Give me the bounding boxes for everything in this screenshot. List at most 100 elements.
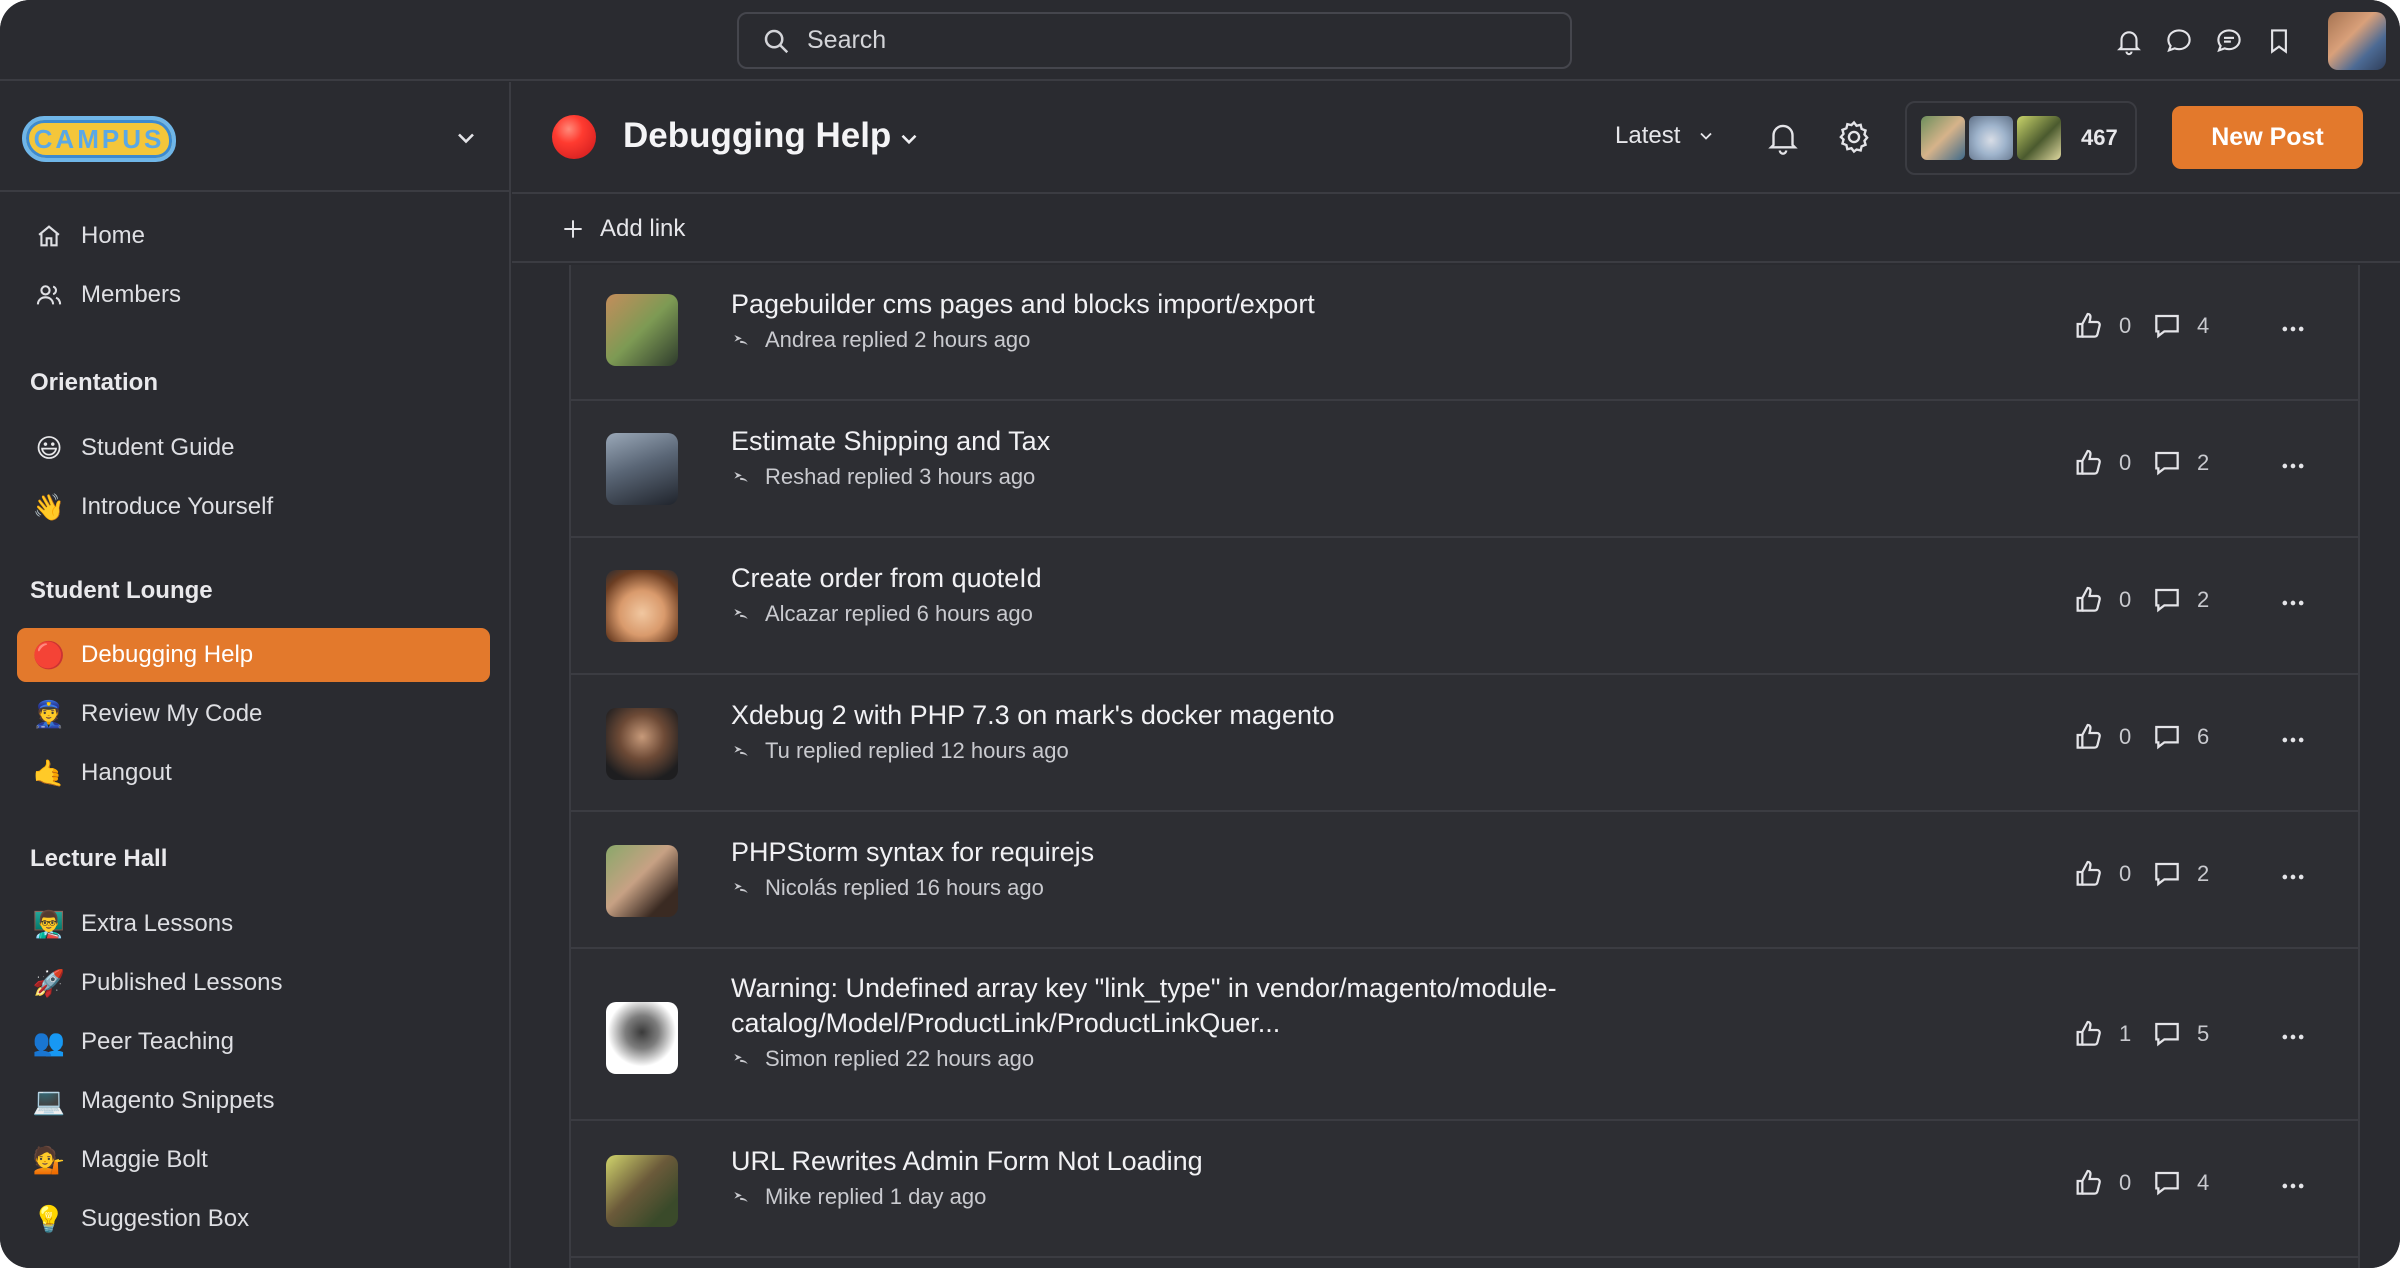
- comment-count: 4: [2197, 1170, 2210, 1195]
- notifications-bell-icon[interactable]: [2104, 16, 2154, 66]
- author-avatar[interactable]: [606, 570, 678, 642]
- sidebar-item-extra-lessons[interactable]: 👨‍🏫 Extra Lessons: [17, 897, 490, 951]
- comment-icon[interactable]: [2151, 447, 2183, 479]
- main-content: Debugging Help Latest 467 New Post Add l…: [512, 82, 2400, 1268]
- like-thumbs-up-icon[interactable]: [2073, 1167, 2105, 1199]
- post-title[interactable]: URL Rewrites Admin Form Not Loading: [731, 1144, 1731, 1179]
- members-preview[interactable]: 467: [1905, 101, 2137, 175]
- teacher-emoji-icon: 👨‍🏫: [32, 908, 66, 939]
- post-title[interactable]: Create order from quoteId: [731, 561, 1731, 596]
- post-row[interactable]: Warning: Undefined array key "link_type"…: [571, 950, 2358, 1121]
- chevron-down-icon[interactable]: [452, 124, 480, 152]
- more-options-icon[interactable]: [2279, 1023, 2307, 1051]
- comment-icon[interactable]: [2151, 858, 2183, 890]
- post-meta-text: Nicolás replied 16 hours ago: [765, 875, 1044, 900]
- post-stats: 0 4: [2073, 1167, 2229, 1199]
- post-row[interactable]: PHPStorm syntax for requirejs Nicolás re…: [571, 813, 2358, 949]
- sidebar-item-debugging-help[interactable]: 🔴 Debugging Help: [17, 628, 490, 682]
- messages-icon[interactable]: [2154, 16, 2204, 66]
- like-thumbs-up-icon[interactable]: [2073, 584, 2105, 616]
- sidebar-item-student-guide[interactable]: 😃 Student Guide: [17, 421, 490, 475]
- sidebar-item-introduce-yourself[interactable]: 👋 Introduce Yourself: [17, 480, 490, 534]
- author-avatar[interactable]: [606, 433, 678, 505]
- campus-logo[interactable]: CAMPUS: [22, 116, 176, 162]
- post-title[interactable]: Warning: Undefined array key "link_type"…: [731, 971, 1731, 1041]
- section-title-orientation: Orientation: [30, 369, 159, 396]
- like-thumbs-up-icon[interactable]: [2073, 721, 2105, 753]
- post-title[interactable]: Pagebuilder cms pages and blocks import/…: [731, 287, 1731, 322]
- post-title[interactable]: PHPStorm syntax for requirejs: [731, 835, 1731, 870]
- search-box[interactable]: Search: [737, 12, 1572, 69]
- sidebar-item-review-my-code[interactable]: 👮 Review My Code: [17, 687, 490, 741]
- sidebar-item-label: Home: [81, 222, 146, 249]
- more-options-icon[interactable]: [2279, 315, 2307, 343]
- author-avatar[interactable]: [606, 294, 678, 366]
- space-title[interactable]: Debugging Help: [623, 116, 891, 156]
- comment-icon[interactable]: [2151, 310, 2183, 342]
- sidebar-item-maggie-bolt[interactable]: 💁 Maggie Bolt: [17, 1133, 490, 1187]
- author-avatar[interactable]: [606, 708, 678, 780]
- like-thumbs-up-icon[interactable]: [2073, 447, 2105, 479]
- like-count: 0: [2119, 313, 2132, 338]
- post-meta-text: Alcazar replied 6 hours ago: [765, 601, 1033, 626]
- post-row[interactable]: Xdebug 2 with PHP 7.3 on mark's docker m…: [571, 676, 2358, 812]
- chevron-down-icon: [1700, 132, 1713, 140]
- more-options-icon[interactable]: [2279, 1172, 2307, 1200]
- add-link-bar[interactable]: Add link: [512, 196, 2400, 263]
- chat-threads-icon[interactable]: [2204, 16, 2254, 66]
- more-options-icon[interactable]: [2279, 863, 2307, 891]
- post-stats: 0 2: [2073, 584, 2229, 616]
- comment-icon[interactable]: [2151, 1167, 2183, 1199]
- sort-dropdown[interactable]: Latest: [1615, 122, 1716, 150]
- author-avatar[interactable]: [606, 845, 678, 917]
- post-meta: Alcazar replied 6 hours ago: [731, 601, 1033, 627]
- sidebar-item-suggestion-box[interactable]: 💡 Suggestion Box: [17, 1192, 490, 1246]
- sidebar-item-published-lessons[interactable]: 🚀 Published Lessons: [17, 956, 490, 1010]
- post-stats: 0 2: [2073, 858, 2229, 890]
- like-thumbs-up-icon[interactable]: [2073, 310, 2105, 342]
- post-row[interactable]: Pagebuilder cms pages and blocks import/…: [571, 265, 2358, 401]
- like-thumbs-up-icon[interactable]: [2073, 1018, 2105, 1050]
- chevron-down-icon[interactable]: [896, 126, 922, 152]
- like-thumbs-up-icon[interactable]: [2073, 858, 2105, 890]
- sidebar-item-label: Hangout: [81, 759, 172, 786]
- post-row[interactable]: Estimate Shipping and Tax Reshad replied…: [571, 402, 2358, 538]
- settings-gear-icon[interactable]: [1835, 118, 1873, 156]
- reply-arrow-icon: [734, 883, 748, 893]
- post-title[interactable]: Estimate Shipping and Tax: [731, 424, 1731, 459]
- post-meta-text: Mike replied 1 day ago: [765, 1184, 987, 1209]
- home-icon: [33, 220, 65, 252]
- sidebar-item-label: Maggie Bolt: [81, 1146, 208, 1173]
- more-options-icon[interactable]: [2279, 452, 2307, 480]
- sidebar-item-home[interactable]: Home: [17, 209, 490, 263]
- post-row[interactable]: URL Rewrites Admin Form Not Loading Mike…: [571, 1122, 2358, 1258]
- search-input[interactable]: Search: [807, 26, 886, 55]
- space-notifications-bell-icon[interactable]: [1764, 118, 1802, 156]
- more-options-icon[interactable]: [2279, 726, 2307, 754]
- sidebar-item-members[interactable]: Members: [17, 268, 490, 322]
- comment-count: 2: [2197, 861, 2210, 886]
- red-circle-emoji-icon: 🔴: [32, 639, 66, 670]
- comment-icon[interactable]: [2151, 721, 2183, 753]
- comment-icon[interactable]: [2151, 584, 2183, 616]
- bookmark-icon[interactable]: [2254, 16, 2304, 66]
- sidebar-item-magento-snippets[interactable]: 💻 Magento Snippets: [17, 1074, 490, 1128]
- reply-arrow-icon: [734, 1054, 748, 1064]
- comment-icon[interactable]: [2151, 1018, 2183, 1050]
- section-title-lecture-hall: Lecture Hall: [30, 845, 168, 872]
- post-row[interactable]: Create order from quoteId Alcazar replie…: [571, 539, 2358, 675]
- top-icons: [2104, 0, 2400, 81]
- plus-icon: [564, 219, 582, 238]
- sidebar-item-hangout[interactable]: 🤙 Hangout: [17, 746, 490, 800]
- brand-header: CAMPUS: [0, 82, 509, 192]
- more-options-icon[interactable]: [2279, 589, 2307, 617]
- post-title[interactable]: Xdebug 2 with PHP 7.3 on mark's docker m…: [731, 698, 1731, 733]
- user-avatar[interactable]: [2328, 11, 2386, 70]
- comment-count: 2: [2197, 587, 2210, 612]
- post-stats: 0 4: [2073, 310, 2229, 342]
- author-avatar[interactable]: [606, 1002, 678, 1074]
- sidebar-item-peer-teaching[interactable]: 👥 Peer Teaching: [17, 1015, 490, 1069]
- new-post-button[interactable]: New Post: [2172, 106, 2363, 169]
- comment-count: 4: [2197, 313, 2210, 338]
- author-avatar[interactable]: [606, 1155, 678, 1227]
